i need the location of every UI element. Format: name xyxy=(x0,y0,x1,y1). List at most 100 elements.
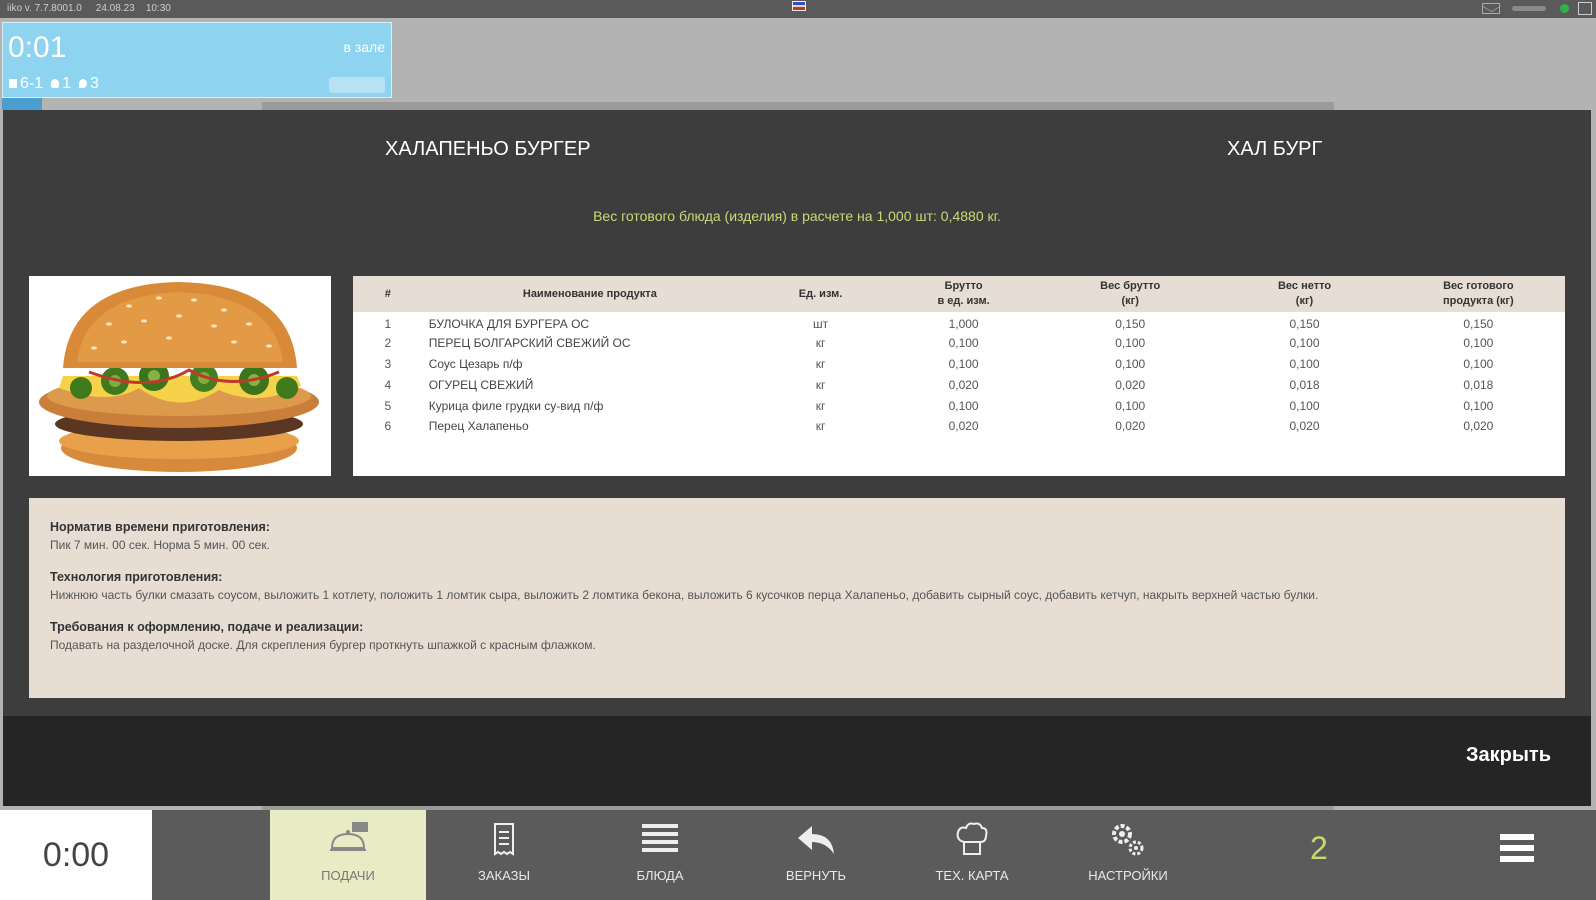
cell-unit: кг xyxy=(815,398,826,413)
nav-podachi-label: ПОДАЧИ xyxy=(321,868,375,883)
cell-gross-unit: 0,020 xyxy=(948,419,979,434)
cell-name: БУЛОЧКА ДЛЯ БУРГЕРА ОС xyxy=(428,317,590,332)
cell-name: Перец Халапеньо xyxy=(428,419,529,434)
technology-text: Нижнюю часть булки смазать соусом, вылож… xyxy=(50,588,1319,602)
cell-ready-weight: 0,150 xyxy=(1463,317,1494,332)
list-icon xyxy=(642,824,678,852)
col-header-name: Наименование продукта xyxy=(522,287,657,300)
cell-ready-weight: 0,100 xyxy=(1463,398,1494,413)
dialog-footer: Закрыть xyxy=(3,716,1591,806)
nav-nastroiki-button[interactable]: НАСТРОЙКИ xyxy=(1050,810,1206,900)
cell-gross-weight: 0,150 xyxy=(1115,317,1146,332)
ingredients-table: # Наименование продукта Ед. изм. Брутто в… xyxy=(353,276,1565,476)
window-icon[interactable] xyxy=(1578,2,1592,15)
tech-card-dialog: ХАЛАПЕНЬО БУРГЕР ХАЛ БУРГ Вес готового б… xyxy=(3,110,1591,806)
order-tile[interactable]: 0:01 в зале 6-1 1 3 xyxy=(2,22,392,98)
receipt-icon xyxy=(494,823,514,856)
nav-vernut-button[interactable]: ВЕРНУТЬ xyxy=(738,810,894,900)
nav-bluda-button[interactable]: БЛЮДА xyxy=(582,810,738,900)
table-row: 4 ОГУРЕЦ СВЕЖИЙ кг 0,020 0,020 0,018 0,0… xyxy=(353,374,1565,395)
cell-name: Соус Цезарь п/ф xyxy=(428,356,523,371)
cell-net-weight: 0,100 xyxy=(1289,336,1320,351)
app-version: iiko v. 7.7.8001.0 xyxy=(7,3,82,14)
table-icon xyxy=(9,79,17,89)
dish-weight-note: Вес готового блюда (изделия) в расчете н… xyxy=(593,208,1001,224)
cell-gross-weight: 0,020 xyxy=(1115,377,1146,392)
mail-icon[interactable] xyxy=(1482,3,1500,14)
nav-zakazy-label: ЗАКАЗЫ xyxy=(478,868,530,883)
table-number: 6-1 xyxy=(9,75,43,93)
hamburger-menu-icon[interactable] xyxy=(1500,834,1534,874)
time-norm-title: Норматив времени приготовления: xyxy=(50,520,270,534)
cell-net-weight: 0,150 xyxy=(1289,317,1320,332)
undo-arrow-icon xyxy=(798,826,834,854)
cell-net-weight: 0,100 xyxy=(1289,356,1320,371)
page-counter: 2 xyxy=(1310,830,1328,866)
nav-techkarta-button[interactable]: ТЕХ. КАРТА xyxy=(894,810,1050,900)
comments-value: 3 xyxy=(90,75,99,92)
cell-num: 6 xyxy=(384,419,392,434)
bottom-nav-bar: 0:00 ПОДАЧИ ЗАКАЗЫ БЛЮДА ВЕРНУТЬ ТЕХ. КА… xyxy=(0,810,1596,900)
status-date: 24.08.23 xyxy=(95,3,135,14)
cell-net-weight: 0,020 xyxy=(1289,419,1320,434)
close-button[interactable]: Закрыть xyxy=(1466,744,1551,767)
col-header-gross-weight: Вес брутто (кг) xyxy=(1043,276,1217,312)
cell-name: ОГУРЕЦ СВЕЖИЙ xyxy=(428,377,534,392)
serving-title: Требования к оформлению, подаче и реализ… xyxy=(50,620,364,634)
col-header-gross-unit-line1: Брутто xyxy=(944,280,983,292)
order-meta: 6-1 1 3 xyxy=(9,75,99,93)
preparation-details: Норматив времени приготовления: Пик 7 ми… xyxy=(29,498,1565,698)
table-value: 6-1 xyxy=(20,75,44,92)
cell-net-weight: 0,018 xyxy=(1289,377,1320,392)
cell-num: 2 xyxy=(384,336,392,351)
version-info: iiko v. 7.7.8001.0 24.08.23 10:30 xyxy=(7,3,171,14)
table-header-row: # Наименование продукта Ед. изм. Брутто в… xyxy=(353,276,1565,312)
cell-ready-weight: 0,018 xyxy=(1463,377,1494,392)
cell-ready-weight: 0,100 xyxy=(1463,336,1494,351)
burger-image xyxy=(29,276,331,476)
col-header-ready-weight: Вес готового продукта (кг) xyxy=(1392,276,1565,312)
cell-unit: кг xyxy=(815,377,826,392)
dish-name: ХАЛАПЕНЬО БУРГЕР xyxy=(385,138,591,160)
col-header-num: # xyxy=(384,287,391,300)
col-header-gross-weight-line2: (кг) xyxy=(1121,295,1139,307)
col-header-gross-unit: Брутто в ед. изм. xyxy=(884,276,1043,312)
cell-gross-unit: 0,020 xyxy=(948,377,979,392)
order-status: в зале xyxy=(343,39,386,55)
tile-progress-strip xyxy=(2,98,42,110)
cell-unit: кг xyxy=(815,336,826,351)
dish-short-name: ХАЛ БУРГ xyxy=(1227,138,1323,160)
col-header-net-weight-line2: (кг) xyxy=(1295,295,1314,307)
cell-gross-weight: 0,100 xyxy=(1115,398,1146,413)
cell-name: Курица филе грудки су-вид п/ф xyxy=(428,398,604,413)
nav-techkarta-label: ТЕХ. КАРТА xyxy=(935,868,1009,883)
cell-gross-unit: 0,100 xyxy=(948,398,979,413)
time-norm-text: Пик 7 мин. 00 сек. Норма 5 мин. 00 сек. xyxy=(50,538,270,552)
connection-status-icon xyxy=(1560,4,1569,13)
cell-ready-weight: 0,100 xyxy=(1463,356,1494,371)
nav-zakazy-button[interactable]: ЗАКАЗЫ xyxy=(426,810,582,900)
gears-icon xyxy=(1112,824,1144,856)
waiter-name-blurred xyxy=(329,77,385,93)
guest-count: 1 xyxy=(51,75,71,93)
nav-podachi-button[interactable]: ПОДАЧИ xyxy=(270,810,426,900)
cell-gross-unit: 0,100 xyxy=(948,336,979,351)
nav-vernut-label: ВЕРНУТЬ xyxy=(785,868,847,883)
cell-ready-weight: 0,020 xyxy=(1463,419,1494,434)
col-header-net-weight: Вес нетто (кг) xyxy=(1217,276,1391,312)
cell-num: 4 xyxy=(384,377,392,392)
cell-num: 1 xyxy=(384,317,392,332)
col-header-ready-weight-line2: продукта (кг) xyxy=(1443,295,1514,307)
col-header-gross-unit-line2: в ед. изм. xyxy=(937,295,990,307)
comment-count: 3 xyxy=(79,75,99,93)
serving-text: Подавать на разделочной доске. Для скреп… xyxy=(50,638,596,652)
language-flag-icon[interactable] xyxy=(792,1,806,11)
cell-unit: кг xyxy=(815,356,826,371)
cell-num: 5 xyxy=(384,398,392,413)
col-header-ready-weight-line1: Вес готового xyxy=(1443,280,1514,292)
col-header-gross-weight-line1: Вес брутто xyxy=(1100,280,1161,292)
col-header-unit: Ед. изм. xyxy=(798,287,843,300)
serving-section: Требования к оформлению, подаче и реализ… xyxy=(50,620,1544,652)
time-norm-section: Норматив времени приготовления: Пик 7 ми… xyxy=(50,520,1544,552)
table-row: 5 Курица филе грудки су-вид п/ф кг 0,100… xyxy=(353,395,1565,416)
